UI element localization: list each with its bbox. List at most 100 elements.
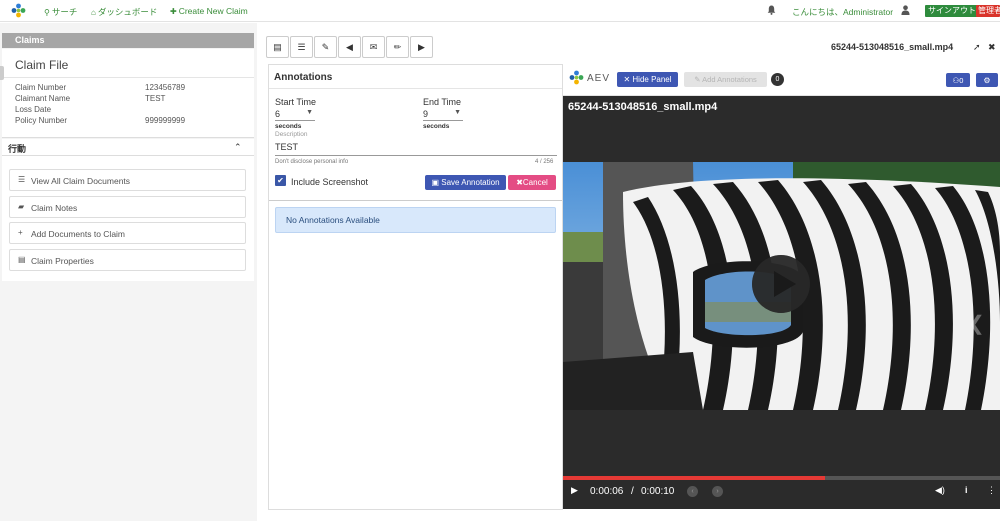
action-claim-notes[interactable]: ▰ Claim Notes — [9, 196, 246, 218]
save-icon: ▣ — [431, 178, 442, 187]
megaphone-icon[interactable]: ◀ — [338, 36, 361, 58]
claimant-name-label: Claimant Name — [15, 94, 71, 103]
start-time-value: 6 — [275, 109, 281, 119]
claim-number-label: Claim Number — [15, 83, 67, 92]
include-screenshot-label: Include Screenshot — [291, 177, 369, 187]
pencil-icon[interactable]: ✏ — [386, 36, 409, 58]
action-label: Add Documents to Claim — [31, 229, 126, 239]
annotations-panel: Annotations Start Time 6 ▼ seconds End T… — [268, 64, 563, 510]
policy-number-label: Policy Number — [15, 116, 68, 125]
loss-date-label: Loss Date — [15, 105, 52, 114]
claim-file-title: Claim File — [15, 58, 69, 72]
action-view-all-documents[interactable]: ☰ View All Claim Documents — [9, 169, 246, 191]
user-icon[interactable] — [901, 5, 910, 15]
video-player[interactable]: 65244-513048516_small.mp4 ❮ ▶ 0:00:06 / … — [563, 96, 1000, 509]
start-time-unit: seconds — [275, 123, 302, 130]
users-button[interactable]: ⚇0 — [946, 73, 970, 87]
annotation-count-badge: 0 — [771, 73, 784, 86]
end-time-select[interactable]: 9 ▼ — [423, 109, 463, 121]
play-icon[interactable]: ▶ — [410, 36, 433, 58]
volume-icon[interactable]: ◀) — [935, 485, 945, 496]
play-overlay-button[interactable] — [752, 255, 810, 313]
policy-number-value: 999999999 — [145, 116, 186, 125]
search-icon: ⚲ — [44, 8, 50, 17]
chevron-right-icon[interactable]: ❮ — [968, 311, 985, 336]
end-time-unit: seconds — [423, 123, 450, 130]
sidebar-collapse-handle[interactable] — [0, 66, 4, 80]
duration-time: 0:00:10 — [641, 486, 675, 497]
actions-title: 行動 — [8, 144, 27, 154]
action-claim-properties[interactable]: ▤ Claim Properties — [9, 249, 246, 271]
signout-button[interactable]: サインアウト — [925, 5, 979, 17]
video-title: 65244-513048516_small.mp4 — [568, 101, 718, 113]
edit-square-icon[interactable]: ✎ — [314, 36, 337, 58]
annotations-divider — [269, 200, 562, 201]
start-time-label: Start Time — [275, 97, 317, 107]
end-time-label: End Time — [423, 97, 462, 107]
admin-button[interactable]: 管理者 — [976, 5, 1000, 17]
nav-dashboard-link[interactable]: ⌂ ダッシュボード — [91, 6, 157, 18]
list-icon[interactable]: ☰ — [290, 36, 313, 58]
bell-icon[interactable] — [767, 5, 776, 15]
share-icon[interactable]: ➚ — [973, 42, 981, 53]
action-label: Claim Notes — [31, 203, 78, 213]
more-options-icon[interactable]: ⋮ — [987, 485, 996, 496]
nav-create-claim-link[interactable]: ✚ Create New Claim — [170, 6, 248, 16]
claim-divider — [2, 77, 254, 78]
description-value: TEST — [275, 142, 299, 152]
save-annotation-button[interactable]: ▣ Save Annotation — [425, 175, 506, 190]
include-screenshot-checkbox[interactable]: ✔ — [275, 175, 286, 186]
gear-icon[interactable]: ⚙ — [976, 73, 998, 87]
description-field[interactable]: Description TEST — [275, 131, 557, 156]
claimant-name-value: TEST — [145, 94, 166, 103]
comment-icon: ▰ — [18, 202, 25, 211]
close-icon: ✖ — [516, 178, 523, 187]
start-time-select[interactable]: 6 ▼ — [275, 109, 315, 121]
time-separator: / — [631, 486, 634, 497]
home-icon: ⌂ — [91, 8, 96, 17]
top-navbar: ⚲ サーチ ⌂ ダッシュボード ✚ Create New Claim こんにちは、Ad… — [0, 0, 1000, 22]
forward-icon[interactable]: › — [712, 486, 723, 497]
hide-panel-button[interactable]: ✕ Hide Panel — [617, 72, 678, 87]
caret-down-icon: ▼ — [306, 109, 313, 116]
list-icon: ☰ — [18, 175, 26, 184]
rewind-icon[interactable]: ‹ — [687, 486, 698, 497]
greeting-text: こんにちは、Administrator — [792, 7, 894, 17]
claim-file-panel: Claim File Claim Number 123456789 Claima… — [2, 49, 254, 138]
current-time: 0:00:06 — [590, 486, 624, 497]
empty-annotations-message: No Annotations Available — [275, 207, 556, 233]
properties-icon: ▤ — [18, 255, 26, 264]
document-title: 65244-513048516_small.mp4 — [831, 42, 954, 52]
claims-section-header: Claims — [2, 33, 254, 48]
progress-bar[interactable] — [563, 476, 1000, 480]
app-logo[interactable] — [11, 3, 26, 18]
progress-fill — [563, 476, 826, 480]
nav-search-link[interactable]: ⚲ サーチ — [44, 6, 77, 18]
viewer-toolbar: AEV ✕ Hide Panel ✎ Add Annotations 0 ⚇0 … — [563, 65, 1000, 96]
plus-icon: ✚ — [170, 7, 177, 16]
action-label: Claim Properties — [31, 256, 94, 266]
play-icon[interactable]: ▶ — [571, 485, 578, 496]
character-counter: 4 / 256 — [535, 159, 554, 165]
cancel-button[interactable]: ✖Cancel — [508, 175, 556, 190]
brand-text: AEV — [587, 73, 611, 84]
caret-down-icon: ▼ — [454, 109, 461, 116]
annotations-title: Annotations — [274, 72, 333, 83]
aev-logo — [569, 70, 584, 85]
privacy-hint: Don't disclose personal info — [275, 159, 349, 165]
claim-number-value: 123456789 — [145, 83, 186, 92]
document-icon[interactable]: ▤ — [266, 36, 289, 58]
add-annotations-button[interactable]: ✎ Add Annotations — [684, 72, 767, 87]
info-icon[interactable]: i — [965, 485, 968, 495]
chevron-up-icon[interactable]: ⌃ — [234, 142, 242, 153]
annotations-header: Annotations — [269, 65, 562, 89]
action-add-documents[interactable]: + Add Documents to Claim — [9, 222, 246, 244]
actions-header[interactable]: 行動 ⌃ — [2, 139, 254, 156]
edit-icon: ✎ — [694, 75, 703, 84]
end-time-value: 9 — [423, 109, 429, 119]
close-icon[interactable]: ✖ — [988, 42, 996, 53]
plus-icon: + — [18, 228, 23, 237]
actions-panel: 行動 ⌃ ☰ View All Claim Documents ▰ Claim … — [2, 139, 254, 281]
description-label: Description — [275, 131, 308, 138]
envelope-icon[interactable]: ✉ — [362, 36, 385, 58]
